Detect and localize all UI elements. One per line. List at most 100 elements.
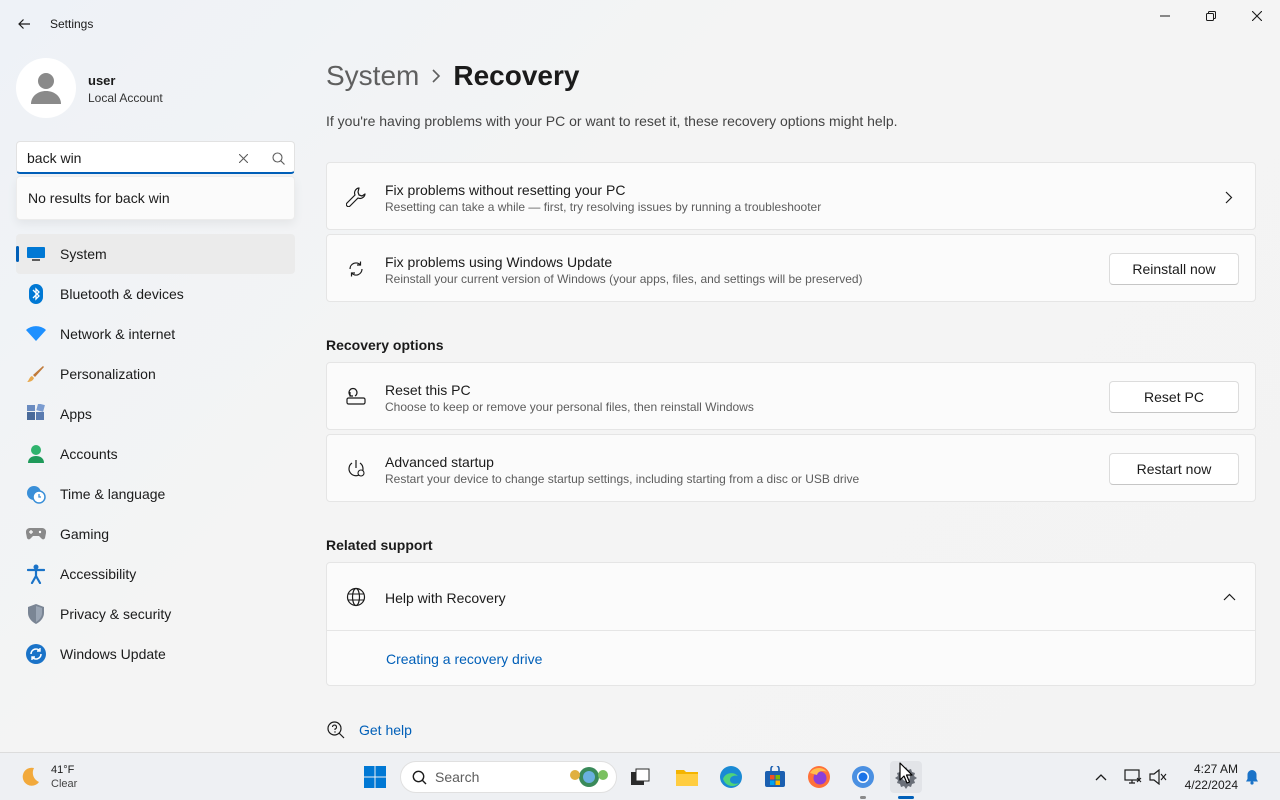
get-help-link[interactable]: Get help (326, 720, 412, 740)
mouse-cursor-icon (899, 762, 913, 784)
sidebar-item-privacy[interactable]: Privacy & security (16, 594, 295, 634)
sidebar-item-windows-update[interactable]: Windows Update (16, 634, 295, 674)
search-button[interactable] (268, 148, 288, 168)
sync-icon (345, 258, 367, 280)
clock-date: 4/22/2024 (1184, 778, 1238, 792)
system-icon (26, 244, 46, 264)
taskbar: 41°F Clear Search 4:27 AM 4/22/2024 (0, 752, 1280, 800)
sidebar-item-label: Time & language (60, 486, 166, 502)
search-input[interactable] (27, 148, 227, 168)
title-bar: Settings (0, 0, 1280, 48)
restart-now-button[interactable]: Restart now (1109, 453, 1239, 485)
minimize-icon (1160, 15, 1170, 17)
app-title: Settings (50, 17, 94, 31)
chevron-up-icon[interactable] (1221, 589, 1237, 605)
fix-windows-update-card: Fix problems using Windows Update Reinst… (326, 234, 1256, 302)
creating-recovery-drive-link[interactable]: Creating a recovery drive (386, 651, 542, 667)
close-button[interactable] (1234, 0, 1280, 32)
update-icon (26, 644, 46, 664)
taskbar-search[interactable]: Search (400, 761, 617, 793)
microsoft-store-button[interactable] (759, 761, 791, 793)
moon-icon (22, 767, 39, 786)
reset-pc-card: Reset this PC Choose to keep or remove y… (326, 362, 1256, 430)
sidebar-item-label: Privacy & security (60, 606, 172, 622)
sidebar-item-label: Windows Update (60, 646, 166, 662)
recovery-options-heading: Recovery options (326, 337, 444, 353)
avatar[interactable] (16, 58, 76, 118)
apps-icon (26, 404, 46, 424)
reset-pc-button[interactable]: Reset PC (1109, 381, 1239, 413)
task-view-button[interactable] (624, 761, 656, 793)
minimize-button[interactable] (1142, 0, 1188, 32)
sidebar-item-time-language[interactable]: Time & language (16, 474, 295, 514)
sidebar-item-apps[interactable]: Apps (16, 394, 295, 434)
reinstall-now-button[interactable]: Reinstall now (1109, 253, 1239, 285)
card-description: Restart your device to change startup se… (385, 472, 860, 486)
account-type: Local Account (88, 91, 163, 105)
sidebar-item-label: Personalization (60, 366, 156, 382)
card-title[interactable]: Help with Recovery (385, 590, 506, 606)
file-explorer-button[interactable] (671, 761, 703, 793)
volume-muted-icon (1149, 769, 1167, 785)
sidebar-item-bluetooth[interactable]: Bluetooth & devices (16, 274, 295, 314)
weather-temperature: 41°F (51, 764, 75, 776)
notifications-button[interactable] (1240, 765, 1264, 789)
chevron-right-icon (431, 69, 441, 83)
sidebar-item-gaming[interactable]: Gaming (16, 514, 295, 554)
reset-pc-icon (345, 386, 367, 408)
chevron-up-icon (1095, 774, 1107, 781)
breadcrumb-parent[interactable]: System (326, 60, 419, 92)
start-button[interactable] (359, 761, 391, 793)
clear-search-button[interactable] (233, 148, 253, 168)
related-support-heading: Related support (326, 537, 433, 553)
chrome-icon (852, 766, 874, 788)
breadcrumb: System Recovery (326, 58, 579, 94)
page-title: Recovery (453, 60, 580, 91)
search-highlight-icon (570, 767, 608, 787)
volume-button[interactable] (1146, 765, 1170, 789)
system-clock[interactable]: 4:27 AM 4/22/2024 (1172, 761, 1238, 793)
close-icon (1252, 11, 1262, 21)
back-button[interactable] (8, 10, 40, 38)
network-icon (1124, 769, 1142, 784)
accessibility-icon (26, 564, 46, 584)
card-description: Reinstall your current version of Window… (385, 272, 863, 286)
edge-button[interactable] (715, 761, 747, 793)
divider (327, 630, 1255, 631)
help-with-recovery-card: Help with Recovery Creating a recovery d… (326, 562, 1256, 686)
user-name: user (88, 73, 116, 88)
show-hidden-icons-button[interactable] (1089, 765, 1113, 789)
clear-icon (238, 153, 248, 163)
weather-condition: Clear (51, 778, 78, 790)
weather-widget[interactable]: 41°F Clear (18, 761, 77, 793)
firefox-button[interactable] (803, 761, 835, 793)
sidebar-item-label: System (60, 246, 107, 262)
get-help-label: Get help (359, 722, 412, 738)
chrome-button[interactable] (847, 761, 879, 793)
sidebar-item-system[interactable]: System (16, 234, 295, 274)
network-status-button[interactable] (1121, 765, 1145, 789)
back-arrow-icon (18, 19, 30, 29)
sidebar-item-accessibility[interactable]: Accessibility (16, 554, 295, 594)
accounts-icon (26, 444, 46, 464)
fix-without-reset-card[interactable]: Fix problems without resetting your PC R… (326, 162, 1256, 230)
wrench-icon (345, 186, 367, 208)
card-title: Reset this PC (385, 382, 471, 398)
bluetooth-icon (26, 284, 46, 304)
sidebar-item-label: Accessibility (60, 566, 137, 582)
sidebar-item-personalization[interactable]: Personalization (16, 354, 295, 394)
folder-icon (676, 770, 698, 786)
person-icon (31, 73, 61, 104)
firefox-icon (808, 766, 830, 788)
sidebar-item-label: Bluetooth & devices (60, 286, 184, 302)
gamepad-icon (26, 524, 46, 544)
wifi-icon (26, 324, 46, 344)
sidebar-item-accounts[interactable]: Accounts (16, 434, 295, 474)
page-description: If you're having problems with your PC o… (326, 113, 898, 129)
shield-icon (26, 604, 46, 624)
sidebar-item-network[interactable]: Network & internet (16, 314, 295, 354)
brush-icon (26, 364, 46, 384)
sidebar-nav: System Bluetooth & devices Network & int… (16, 234, 295, 674)
restore-button[interactable] (1188, 0, 1234, 32)
settings-window: Settings user Local Account No results f… (0, 0, 1280, 752)
